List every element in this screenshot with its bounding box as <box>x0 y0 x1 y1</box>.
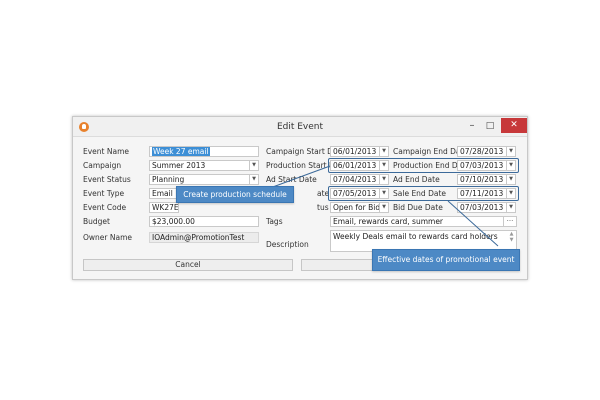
bid-status-dropdown-icon[interactable]: ▼ <box>380 202 389 213</box>
campaign-dropdown-icon[interactable]: ▼ <box>250 160 259 171</box>
bid-status-select[interactable]: Open for Bids <box>330 202 380 213</box>
ad-end-date-dropdown-icon[interactable]: ▼ <box>507 174 516 185</box>
description-text: Weekly Deals email to rewards card holde… <box>333 232 498 241</box>
close-icon[interactable]: ✕ <box>501 118 527 133</box>
budget-label: Budget <box>83 217 110 226</box>
sale-dates-highlight <box>328 186 519 201</box>
event-name-value: Week 27 email <box>152 147 210 156</box>
cancel-button[interactable]: Cancel <box>83 259 293 271</box>
tags-ellipsis-icon[interactable]: ··· <box>504 216 517 227</box>
event-type-label: Event Type <box>83 189 125 198</box>
bid-due-date-dropdown-icon[interactable]: ▼ <box>507 202 516 213</box>
campaign-start-date-dropdown-icon[interactable]: ▼ <box>380 146 389 157</box>
maximize-icon[interactable]: □ <box>481 120 499 134</box>
ad-end-date-field[interactable]: 07/10/2013 <box>457 174 507 185</box>
event-name-field[interactable]: Week 27 email <box>149 146 259 157</box>
ad-start-date-field[interactable]: 07/04/2013 <box>330 174 380 185</box>
event-code-field[interactable]: WK27EM <box>149 202 179 213</box>
production-schedule-callout: Create production schedule <box>176 186 294 203</box>
description-scrollbar[interactable]: ▲ ▼ <box>507 231 516 251</box>
campaign-label: Campaign <box>83 161 122 170</box>
event-status-label: Event Status <box>83 175 131 184</box>
bid-status-label: tus <box>317 203 329 212</box>
title-bar: Edit Event – □ ✕ <box>73 117 527 137</box>
tags-label: Tags <box>266 217 283 226</box>
event-status-dropdown-icon[interactable]: ▼ <box>250 174 259 185</box>
campaign-start-date-field[interactable]: 06/01/2013 <box>330 146 380 157</box>
campaign-select[interactable]: Summer 2013 <box>149 160 250 171</box>
save-button[interactable] <box>301 259 381 271</box>
minimize-icon[interactable]: – <box>463 120 481 134</box>
budget-field[interactable]: $23,000.00 <box>149 216 259 227</box>
bid-due-date-label: Bid Due Date <box>393 203 443 212</box>
event-code-label: Event Code <box>83 203 127 212</box>
owner-name-label: Owner Name <box>83 233 132 242</box>
bid-due-date-field[interactable]: 07/03/2013 <box>457 202 507 213</box>
ad-start-date-label: Ad Start Date <box>266 175 317 184</box>
event-status-select[interactable]: Planning <box>149 174 250 185</box>
ad-end-date-label: Ad End Date <box>393 175 440 184</box>
campaign-end-date-dropdown-icon[interactable]: ▼ <box>507 146 516 157</box>
effective-dates-callout: Effective dates of promotional event <box>372 249 520 271</box>
window-title: Edit Event <box>276 122 324 132</box>
scroll-down-icon[interactable]: ▼ <box>507 237 516 243</box>
description-label: Description <box>266 240 309 249</box>
owner-name-field: IOAdmin@PromotionTest <box>149 232 259 243</box>
ad-start-date-dropdown-icon[interactable]: ▼ <box>380 174 389 185</box>
campaign-end-date-field[interactable]: 07/28/2013 <box>457 146 507 157</box>
production-dates-highlight <box>328 158 519 173</box>
event-name-label: Event Name <box>83 147 129 156</box>
tags-field[interactable]: Email, rewards card, summer <box>330 216 504 227</box>
